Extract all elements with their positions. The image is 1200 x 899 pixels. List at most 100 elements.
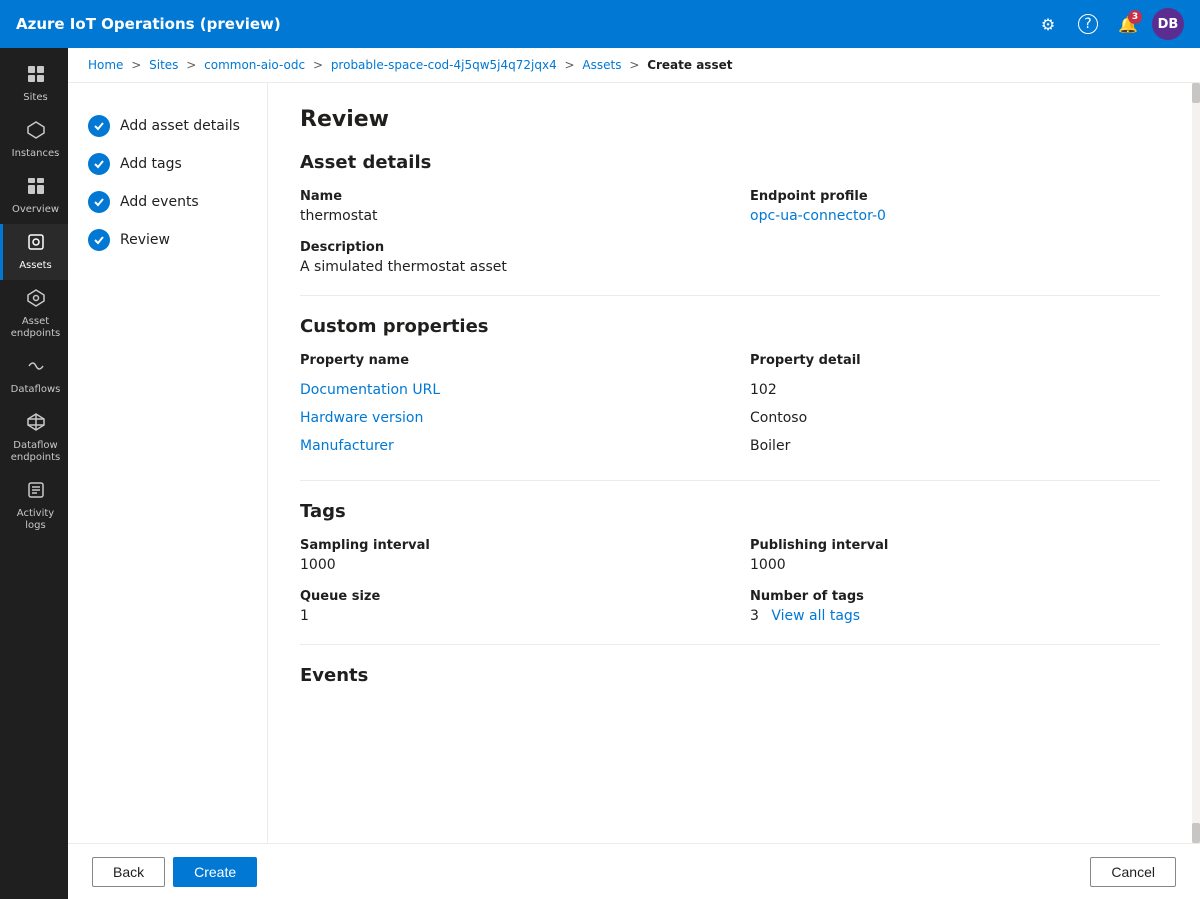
sidebar-label-activity-logs: Activity logs	[7, 508, 64, 532]
number-of-tags-value-row: 3 View all tags	[750, 608, 1160, 624]
sidebar: Sites Instances Overview Assets Asset en…	[0, 48, 68, 899]
sidebar-label-overview: Overview	[12, 204, 59, 216]
step-review[interactable]: Review	[84, 221, 251, 259]
sampling-interval-label: Sampling interval	[300, 538, 710, 553]
tags-section-title: Tags	[300, 501, 1160, 522]
step-label-add-asset-details: Add asset details	[120, 118, 240, 134]
step-icon-add-events	[88, 191, 110, 213]
breadcrumb-assets[interactable]: Assets	[582, 58, 621, 72]
notification-badge: 3	[1128, 10, 1142, 24]
breadcrumb-current: Create asset	[647, 58, 732, 72]
overview-icon	[26, 176, 46, 200]
sidebar-label-assets: Assets	[19, 260, 52, 272]
divider-3	[300, 644, 1160, 645]
breadcrumb-sites[interactable]: Sites	[149, 58, 178, 72]
sidebar-label-instances: Instances	[12, 148, 60, 160]
col-header-property-name: Property name	[300, 353, 710, 368]
step-label-review: Review	[120, 232, 170, 248]
bottom-bar: Back Create Cancel	[68, 843, 1200, 899]
sidebar-item-activity-logs[interactable]: Activity logs	[0, 472, 68, 540]
content-area: Home > Sites > common-aio-odc > probable…	[68, 48, 1200, 899]
sidebar-item-assets[interactable]: Assets	[0, 224, 68, 280]
activity-logs-icon	[26, 480, 46, 504]
asset-endpoints-icon	[26, 288, 46, 312]
help-icon: ?	[1078, 14, 1098, 34]
number-of-tags-label: Number of tags	[750, 589, 1160, 604]
step-icon-review	[88, 229, 110, 251]
sidebar-label-dataflows: Dataflows	[11, 384, 61, 396]
breadcrumb-instance[interactable]: probable-space-cod-4j5qw5j4q72jqx4	[331, 58, 557, 72]
body-layout: Add asset details Add tags Add events	[68, 83, 1200, 843]
endpoint-profile-value: opc-ua-connector-0	[750, 208, 1160, 224]
breadcrumb: Home > Sites > common-aio-odc > probable…	[68, 48, 1200, 83]
create-button[interactable]: Create	[173, 857, 257, 887]
property-name-2: Manufacturer	[300, 438, 710, 454]
queue-size-label: Queue size	[300, 589, 710, 604]
sidebar-label-asset-endpoints: Asset endpoints	[7, 316, 64, 340]
back-button[interactable]: Back	[92, 857, 165, 887]
settings-icon: ⚙	[1041, 15, 1055, 34]
sidebar-item-asset-endpoints[interactable]: Asset endpoints	[0, 280, 68, 348]
sampling-interval-value: 1000	[300, 557, 710, 573]
detail-sampling-interval: Sampling interval 1000	[300, 538, 710, 573]
custom-property-row-2: Manufacturer Boiler	[300, 432, 1160, 460]
detail-queue-size: Queue size 1	[300, 589, 710, 624]
property-detail-0: 102	[750, 382, 1160, 398]
description-value: A simulated thermostat asset	[300, 259, 1160, 275]
topnav-icons: ⚙ ? 🔔 3 DB	[1032, 8, 1184, 40]
sidebar-item-dataflow-endpoints[interactable]: Dataflow endpoints	[0, 404, 68, 472]
col-header-property-detail: Property detail	[750, 353, 1160, 368]
review-title: Review	[300, 107, 1160, 132]
events-content	[300, 702, 1160, 742]
number-of-tags-value: 3	[750, 608, 759, 624]
property-detail-2: Boiler	[750, 438, 1160, 454]
name-label: Name	[300, 189, 710, 204]
sidebar-label-sites: Sites	[23, 92, 47, 104]
help-button[interactable]: ?	[1072, 8, 1104, 40]
asset-details-section-title: Asset details	[300, 152, 1160, 173]
step-add-asset-details[interactable]: Add asset details	[84, 107, 251, 145]
events-section-title: Events	[300, 665, 1160, 686]
custom-properties-section-title: Custom properties	[300, 316, 1160, 337]
step-add-events[interactable]: Add events	[84, 183, 251, 221]
detail-description: Description A simulated thermostat asset	[300, 240, 1160, 275]
assets-icon	[26, 232, 46, 256]
step-label-add-events: Add events	[120, 194, 199, 210]
breadcrumb-home[interactable]: Home	[88, 58, 123, 72]
tags-info-grid: Sampling interval 1000 Publishing interv…	[300, 538, 1160, 624]
detail-name: Name thermostat	[300, 189, 710, 224]
description-label: Description	[300, 240, 1160, 255]
custom-properties-header-row: Property name Property detail	[300, 353, 1160, 368]
step-add-tags[interactable]: Add tags	[84, 145, 251, 183]
breadcrumb-common-aio-odc[interactable]: common-aio-odc	[204, 58, 305, 72]
custom-property-row-1: Hardware version Contoso	[300, 404, 1160, 432]
sidebar-item-dataflows[interactable]: Dataflows	[0, 348, 68, 404]
instances-icon	[26, 120, 46, 144]
divider-1	[300, 295, 1160, 296]
review-panel: Review Asset details Name thermostat End…	[268, 83, 1192, 843]
sidebar-item-sites[interactable]: Sites	[0, 56, 68, 112]
queue-size-value: 1	[300, 608, 710, 624]
step-icon-add-asset-details	[88, 115, 110, 137]
step-icon-add-tags	[88, 153, 110, 175]
name-value: thermostat	[300, 208, 710, 224]
dataflow-endpoints-icon	[26, 412, 46, 436]
property-name-1: Hardware version	[300, 410, 710, 426]
notifications-button[interactable]: 🔔 3	[1112, 8, 1144, 40]
custom-properties-table: Property name Property detail Documentat…	[300, 353, 1160, 460]
sidebar-item-overview[interactable]: Overview	[0, 168, 68, 224]
scroll-thumb-bottom	[1192, 823, 1200, 843]
cancel-button[interactable]: Cancel	[1090, 857, 1176, 887]
publishing-interval-label: Publishing interval	[750, 538, 1160, 553]
scrollbar[interactable]	[1192, 83, 1200, 843]
view-all-tags-link[interactable]: View all tags	[771, 608, 860, 624]
step-label-add-tags: Add tags	[120, 156, 182, 172]
settings-button[interactable]: ⚙	[1032, 8, 1064, 40]
user-avatar[interactable]: DB	[1152, 8, 1184, 40]
sidebar-label-dataflow-endpoints: Dataflow endpoints	[7, 440, 64, 464]
property-detail-1: Contoso	[750, 410, 1160, 426]
sidebar-item-instances[interactable]: Instances	[0, 112, 68, 168]
custom-property-row-0: Documentation URL 102	[300, 376, 1160, 404]
asset-details-grid: Name thermostat Endpoint profile opc-ua-…	[300, 189, 1160, 275]
app-title: Azure IoT Operations (preview)	[16, 15, 1032, 33]
